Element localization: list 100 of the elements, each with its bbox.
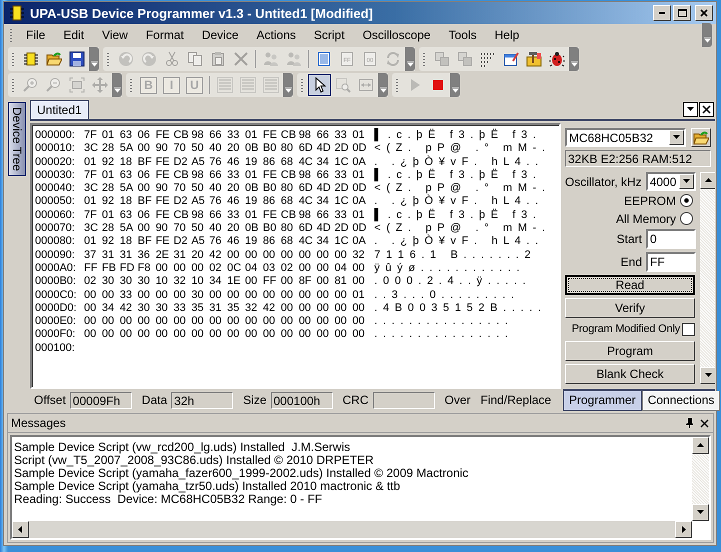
- hex-byte[interactable]: 00: [352, 315, 370, 328]
- hex-byte[interactable]: 00: [298, 328, 317, 342]
- hex-byte[interactable]: 20: [191, 248, 210, 262]
- hex-byte[interactable]: 00: [280, 275, 299, 289]
- hex-byte[interactable]: 40: [209, 142, 228, 156]
- hex-byte[interactable]: 2D: [334, 222, 352, 236]
- hex-byte[interactable]: FE: [262, 208, 281, 222]
- hex-byte[interactable]: BF: [138, 235, 156, 249]
- hex-byte[interactable]: 01: [84, 195, 102, 209]
- hex-byte[interactable]: 00: [120, 315, 138, 328]
- hex-byte[interactable]: 00: [138, 315, 156, 328]
- hex-byte[interactable]: 02: [84, 275, 102, 289]
- hex-byte[interactable]: 7F: [84, 168, 102, 182]
- hex-byte[interactable]: 6D: [298, 222, 317, 236]
- hex-byte[interactable]: 00: [352, 328, 370, 342]
- hex-byte[interactable]: 90: [156, 182, 174, 196]
- hex-byte[interactable]: CB: [280, 129, 299, 142]
- hex-byte[interactable]: 33: [120, 288, 138, 302]
- hex-byte[interactable]: 01: [245, 168, 263, 182]
- hex-byte[interactable]: 00: [173, 328, 192, 342]
- hex-byte[interactable]: 98: [298, 208, 317, 222]
- hex-byte[interactable]: 00: [209, 328, 228, 342]
- hex-byte[interactable]: 4C: [298, 195, 317, 209]
- hex-byte[interactable]: 46: [227, 235, 246, 249]
- hex-byte[interactable]: 00: [298, 315, 317, 328]
- hex-byte[interactable]: 1C: [334, 235, 352, 249]
- hex-byte[interactable]: 06: [138, 129, 156, 142]
- action-button[interactable]: Blank Check: [565, 364, 695, 384]
- hex-byte[interactable]: 00: [138, 182, 156, 196]
- hex-byte[interactable]: 00: [227, 315, 246, 328]
- hex-byte[interactable]: 04: [334, 262, 352, 276]
- hex-byte[interactable]: 00: [138, 222, 156, 236]
- hex-byte[interactable]: 01: [84, 235, 102, 249]
- hex-byte[interactable]: 01: [84, 156, 102, 169]
- hex-byte[interactable]: 66: [316, 129, 334, 142]
- hex-byte[interactable]: 00: [209, 315, 228, 328]
- hex-byte[interactable]: 33: [173, 302, 192, 316]
- hex-byte[interactable]: 3C: [84, 222, 102, 236]
- hex-byte[interactable]: 33: [227, 208, 246, 222]
- device-dropdown[interactable]: MC68HC05B32: [565, 128, 686, 147]
- hex-byte[interactable]: 2E: [156, 248, 174, 262]
- hex-byte[interactable]: 00: [138, 142, 156, 156]
- hex-byte[interactable]: 34: [209, 275, 228, 289]
- menu-item[interactable]: Format: [136, 26, 193, 44]
- hex-byte[interactable]: 33: [227, 129, 246, 142]
- hex-byte[interactable]: 30: [102, 275, 120, 289]
- hex-byte[interactable]: 3C: [84, 182, 102, 196]
- hex-byte[interactable]: 00: [245, 328, 263, 342]
- hex-byte[interactable]: 90: [156, 142, 174, 156]
- hex-byte[interactable]: 00: [316, 328, 334, 342]
- menu-item[interactable]: File: [17, 26, 54, 44]
- hex-byte[interactable]: D2: [173, 235, 192, 249]
- oscillator-dropdown[interactable]: 4000: [646, 172, 696, 191]
- hex-byte[interactable]: 00: [316, 262, 334, 276]
- hex-byte[interactable]: 66: [316, 168, 334, 182]
- hex-byte[interactable]: 00: [280, 248, 299, 262]
- hex-byte[interactable]: 00: [156, 288, 174, 302]
- hex-byte[interactable]: 66: [316, 208, 334, 222]
- hex-byte[interactable]: 30: [138, 302, 156, 316]
- menu-item[interactable]: Device: [192, 26, 248, 44]
- hex-byte[interactable]: 98: [191, 208, 210, 222]
- hex-byte[interactable]: 00: [352, 275, 370, 289]
- hex-byte[interactable]: 18: [120, 195, 138, 209]
- hex-byte[interactable]: 01: [102, 129, 120, 142]
- hex-byte[interactable]: 76: [209, 195, 228, 209]
- hex-byte[interactable]: FE: [156, 208, 174, 222]
- hex-byte[interactable]: 81: [334, 275, 352, 289]
- hex-byte[interactable]: 70: [173, 222, 192, 236]
- menu-item[interactable]: Actions: [248, 26, 305, 44]
- hex-byte[interactable]: 7F: [84, 129, 102, 142]
- hex-byte[interactable]: 4C: [298, 156, 317, 169]
- hex-byte[interactable]: 0B: [245, 182, 263, 196]
- hex-byte[interactable]: 8F: [298, 275, 317, 289]
- hex-byte[interactable]: 00: [191, 328, 210, 342]
- hex-byte[interactable]: 00: [102, 315, 120, 328]
- hex-byte[interactable]: 92: [102, 156, 120, 169]
- hex-byte[interactable]: 50: [191, 142, 210, 156]
- hex-byte[interactable]: 00: [102, 288, 120, 302]
- hex-byte[interactable]: 30: [156, 302, 174, 316]
- hex-byte[interactable]: 50: [191, 222, 210, 236]
- hex-byte[interactable]: 42: [209, 248, 228, 262]
- menu-item[interactable]: Script: [304, 26, 354, 44]
- hex-byte[interactable]: 37: [84, 248, 102, 262]
- hex-byte[interactable]: 10: [156, 275, 174, 289]
- hex-byte[interactable]: 00: [262, 315, 281, 328]
- hex-byte[interactable]: 80: [280, 142, 299, 156]
- hex-byte[interactable]: 33: [227, 168, 246, 182]
- hex-byte[interactable]: 7F: [84, 208, 102, 222]
- hex-byte[interactable]: 28: [102, 142, 120, 156]
- hex-byte[interactable]: 70: [173, 142, 192, 156]
- hex-byte[interactable]: 68: [280, 235, 299, 249]
- hex-byte[interactable]: 00: [280, 328, 299, 342]
- hex-byte[interactable]: 30: [120, 275, 138, 289]
- hex-byte[interactable]: 00: [245, 315, 263, 328]
- hex-byte[interactable]: 00: [84, 302, 102, 316]
- hex-byte[interactable]: 02: [280, 262, 299, 276]
- input-field[interactable]: FF: [646, 252, 696, 272]
- hex-byte[interactable]: 18: [120, 235, 138, 249]
- hex-byte[interactable]: 33: [334, 208, 352, 222]
- hex-byte[interactable]: 00: [227, 328, 246, 342]
